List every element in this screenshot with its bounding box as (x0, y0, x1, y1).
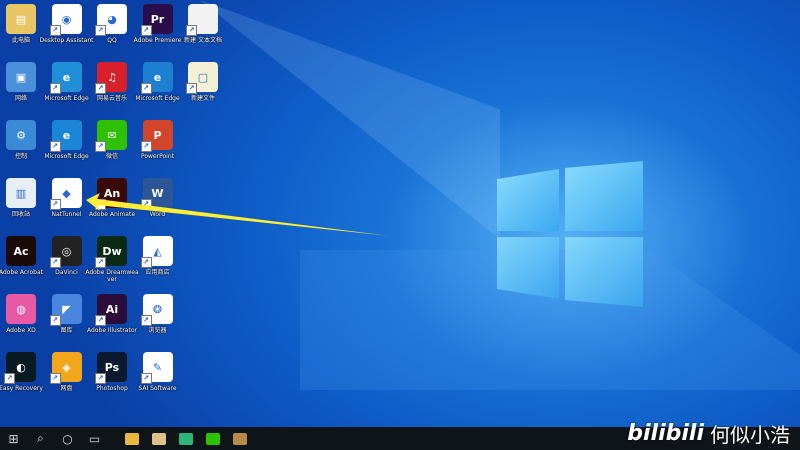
bilibili-logo: bilibili (627, 421, 704, 446)
taskbar-app-file-explorer[interactable] (118, 427, 145, 450)
archive-icon (232, 432, 247, 445)
search-icon: ⌕ (37, 431, 44, 445)
store-icon (151, 432, 166, 445)
start-button[interactable]: ⊞ (0, 427, 27, 450)
search-button[interactable]: ⌕ (27, 427, 54, 450)
cortana-button[interactable]: ○ (54, 427, 81, 450)
wechat-icon (205, 432, 220, 445)
taskbar-pinned-apps (108, 427, 253, 450)
watermark: bilibili 何似小浩 (627, 419, 790, 448)
windows-start-icon: ⊞ (8, 431, 19, 446)
file-explorer-icon (124, 432, 139, 445)
taskbar-app-wechat[interactable] (199, 427, 226, 450)
taskbar-app-edge[interactable] (172, 427, 199, 450)
task-view-icon: ▭ (88, 431, 101, 446)
cortana-icon: ○ (62, 431, 73, 446)
taskbar-app-store[interactable] (145, 427, 172, 450)
annotation-arrow (86, 193, 390, 236)
edge-icon (178, 432, 193, 445)
task-view-button[interactable]: ▭ (81, 427, 108, 450)
desktop: ▤ 此电脑 ◉ ↗ Desktop Assistant ◕ ↗ QQ Pr ↗ Adobe Prem… (0, 0, 800, 427)
taskbar-app-archive[interactable] (226, 427, 253, 450)
watermark-author: 何似小浩 (710, 423, 790, 447)
